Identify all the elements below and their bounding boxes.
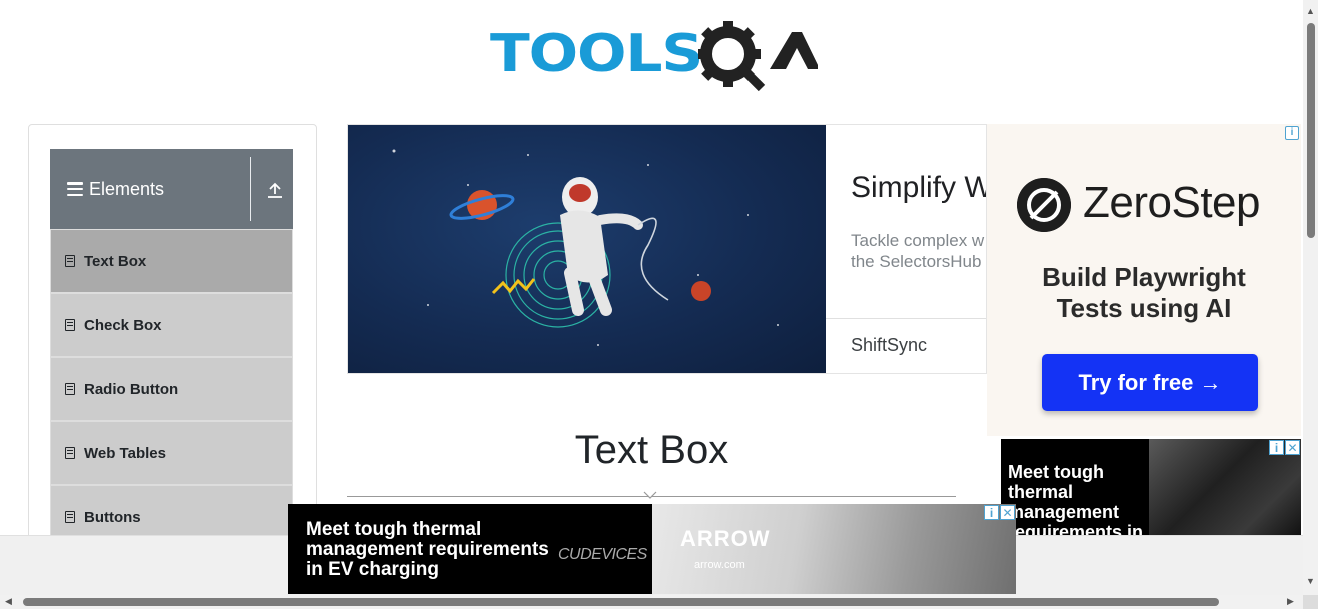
bottom-ad-text: Meet tough thermal management requiremen… [306,519,549,580]
logo-text-tools: TOOLS [490,24,703,84]
banner-description-line-2: the SelectorsHub [851,252,982,271]
arrow-domain: arrow.com [694,559,745,571]
headline-line-1: Build Playwright [1042,262,1246,292]
banner-ad[interactable]: Simplify W Tackle complex w the Selector… [347,124,987,374]
group-title: Elements [89,178,165,199]
chevron-down-icon [643,491,657,499]
ad-info-icon[interactable]: i [1269,440,1284,455]
sidebar-item-label: Web Tables [84,444,166,462]
horizontal-scroll-thumb[interactable] [23,598,1219,606]
horizontal-scrollbar[interactable]: ◀ ▶ [0,595,1303,609]
ad-info-icon[interactable]: i [984,505,999,520]
sidebar-item-label: Text Box [84,252,147,270]
document-icon [65,383,75,395]
try-for-free-button[interactable]: Try for free → [1042,354,1258,411]
document-icon [65,511,75,523]
cudevices-logo: CUDEVICES [558,546,647,563]
document-icon [65,319,75,331]
headline-line-2: Tests using AI [1056,293,1232,323]
thermal-small-ad[interactable]: Meet tough thermal management requiremen… [1001,439,1301,535]
banner-title: Simplify W [851,171,987,204]
scroll-right-icon[interactable]: ▶ [1287,596,1294,607]
hamburger-icon [67,182,83,196]
document-icon [65,447,75,459]
vertical-scroll-thumb[interactable] [1307,23,1315,238]
logo-text-qa: QA [698,14,700,15]
ad-close-icon[interactable]: ✕ [1000,505,1015,520]
upload-icon[interactable] [264,181,286,199]
banner-description: Tackle complex w the SelectorsHub [851,230,984,272]
sidebar-item-radio-button[interactable]: Radio Button [50,357,293,421]
sidebar-item-label: Buttons [84,508,141,526]
logo-gear-qa-icon: QA [698,14,818,92]
ad-close-icon[interactable]: ✕ [1285,440,1300,455]
toolsqa-logo[interactable]: TOOLS QA [490,14,820,94]
zerostep-headline: Build Playwright Tests using AI [987,262,1301,324]
arrow-logo: ARROW [680,526,771,551]
page: TOOLS QA Elements Text Box Check Box Rad… [0,0,1318,609]
sidebar-item-label: Radio Button [84,380,179,398]
header-divider [250,157,251,221]
zerostep-logo-icon [1017,178,1071,232]
small-ad-text: Meet tough thermal management requiremen… [1008,462,1144,535]
scrollbar-corner [1303,595,1318,609]
scroll-up-icon[interactable]: ▲ [1306,6,1315,16]
elements-group-header[interactable]: Elements [50,149,293,229]
banner-separator [826,318,986,319]
thermal-bottom-ad[interactable]: Meet tough thermal management requiremen… [288,504,1016,594]
banner-brand[interactable]: ShiftSync [851,335,927,356]
sidebar-item-check-box[interactable]: Check Box [50,293,293,357]
vertical-scrollbar[interactable]: ▲ ▼ [1303,0,1318,595]
sidebar-item-web-tables[interactable]: Web Tables [50,421,293,485]
document-icon [65,255,75,267]
scroll-left-icon[interactable]: ◀ [5,596,12,607]
scroll-down-icon[interactable]: ▼ [1306,576,1315,586]
sidebar-item-label: Check Box [84,316,162,334]
adchoices-icon[interactable]: i [1285,126,1299,140]
astronaut-image [348,125,826,373]
zerostep-ad[interactable]: i ZeroStep Build Playwright Tests using … [987,124,1301,436]
sidebar-item-text-box[interactable]: Text Box [50,229,293,293]
banner-description-line-1: Tackle complex w [851,231,985,250]
zerostep-brand: ZeroStep [1083,178,1260,227]
page-title: Text Box [574,428,729,472]
